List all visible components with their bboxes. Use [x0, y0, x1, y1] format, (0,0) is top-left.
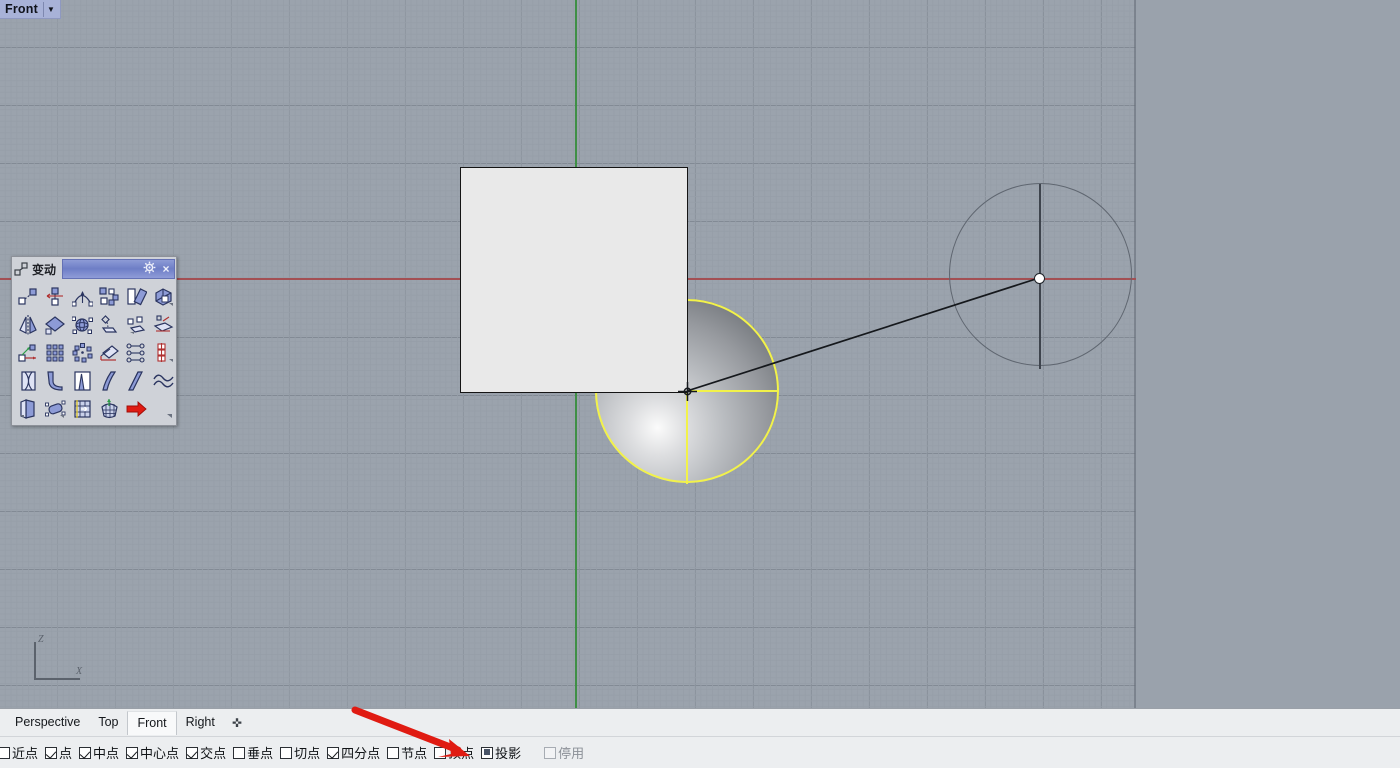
rhino-window: Z X Front ▼ 变动 × Perspective Top Front R… [0, 0, 1400, 768]
close-icon[interactable]: × [158, 262, 174, 276]
osnap-vertex-label: 顶点 [448, 746, 475, 761]
osnap-midpoint-label: 中点 [93, 746, 120, 761]
osnap-near-label: 近点 [12, 746, 39, 761]
sphere-isocurve-vertical [686, 391, 689, 484]
osnap-near[interactable]: 近点 [0, 743, 38, 762]
osnap-perpendicular-checkbox[interactable] [233, 746, 246, 759]
osnap-knot-checkbox[interactable] [387, 746, 400, 759]
toolbar-button-flow-along-surface[interactable] [69, 311, 96, 339]
chevron-down-icon[interactable]: ▼ [44, 5, 58, 14]
osnap-vertex[interactable]: 顶点 [434, 743, 474, 762]
gear-icon[interactable] [140, 261, 158, 277]
toolbar-button-array-along-surface[interactable] [150, 339, 177, 367]
osnap-center-label: 中心点 [140, 746, 180, 761]
toolbar-button-array-polar[interactable] [69, 339, 96, 367]
toolbar-button-scale-1d[interactable] [15, 395, 42, 423]
osnap-disable[interactable]: 停用 [544, 743, 584, 762]
toolbar-button-array-rectangular[interactable] [42, 339, 69, 367]
osnap-crosshair-marker [678, 382, 697, 401]
osnap-midpoint-checkbox[interactable] [79, 746, 92, 759]
toolbar-button-set-points[interactable] [15, 339, 42, 367]
osnap-project[interactable]: 投影 [481, 743, 521, 762]
toolbar-button-project-to-cplane[interactable] [96, 311, 123, 339]
toolbar-button-scale-nu[interactable] [42, 395, 69, 423]
axis-gizmo: Z X [28, 634, 86, 684]
osnap-point-checkbox[interactable] [45, 746, 58, 759]
osnap-point-label: 点 [59, 746, 73, 761]
toolbar-button-transform-arrow[interactable] [123, 395, 150, 423]
toolbar-button-twist[interactable] [15, 367, 42, 395]
viewport-tab-bar[interactable]: Perspective Top Front Right ✜ [0, 708, 1400, 736]
toolbar-button-shear-alt[interactable] [123, 367, 150, 395]
osnap-intersection[interactable]: 交点 [186, 743, 226, 762]
viewport-title-bar[interactable]: Front ▼ [0, 0, 61, 19]
osnap-tangent-label: 切点 [294, 746, 321, 761]
osnap-midpoint[interactable]: 中点 [79, 743, 119, 762]
viewport-tab-front[interactable]: Front [127, 710, 177, 735]
osnap-intersection-label: 交点 [200, 746, 227, 761]
gizmo-x-label: X [76, 666, 83, 677]
toolbar-button-rotate[interactable] [42, 283, 69, 311]
sphere-isocurve-horizontal [686, 390, 779, 393]
toolbar-button-smooth[interactable] [150, 367, 177, 395]
osnap-quadrant[interactable]: 四分点 [327, 743, 380, 762]
toolbar-button-orient[interactable] [123, 311, 150, 339]
osnap-project-label: 投影 [495, 746, 522, 761]
osnap-near-checkbox[interactable] [0, 746, 10, 759]
osnap-tangent-checkbox[interactable] [280, 746, 293, 759]
toolbar-button-orient-on-surface[interactable] [150, 311, 177, 339]
viewport-tab-top[interactable]: Top [89, 711, 127, 734]
osnap-disable-checkbox[interactable] [544, 746, 557, 759]
toolbar-button-array[interactable] [96, 283, 123, 311]
transform-toolbar-titlebar[interactable]: × [62, 259, 175, 279]
osnap-disable-label: 停用 [558, 746, 585, 761]
toolbar-button-array-linear[interactable] [123, 339, 150, 367]
rectangle-surface[interactable] [460, 167, 688, 393]
viewport-title-label: Front [5, 2, 38, 16]
drag-handle-icon[interactable] [12, 257, 32, 281]
osnap-project-checkbox[interactable] [481, 746, 494, 759]
gizmo-x-arm [34, 678, 80, 680]
toolbar-button-rotate-3d[interactable] [123, 283, 150, 311]
toolbar-cell-empty [150, 395, 177, 423]
osnap-center[interactable]: 中心点 [126, 743, 179, 762]
toolbar-button-cage-box[interactable] [96, 395, 123, 423]
osnap-quadrant-label: 四分点 [341, 746, 381, 761]
toolbar-button-box-edit[interactable] [150, 283, 177, 311]
object-snap-bar[interactable]: 近点 点 中点 中心点 交点 垂点 切点 四分点 节点 顶点 投影 停用 [0, 736, 1400, 768]
gizmo-z-arm [34, 642, 36, 680]
viewport-front[interactable]: Z X Front ▼ 变动 × [0, 0, 1400, 708]
viewport-tab-right[interactable]: Right [177, 711, 224, 734]
toolbar-button-array-along-curve[interactable] [96, 339, 123, 367]
osnap-intersection-checkbox[interactable] [186, 746, 199, 759]
osnap-knot-label: 节点 [401, 746, 428, 761]
osnap-tangent[interactable]: 切点 [280, 743, 320, 762]
osnap-knot[interactable]: 节点 [387, 743, 427, 762]
osnap-perpendicular-label: 垂点 [247, 746, 274, 761]
osnap-center-checkbox[interactable] [126, 746, 139, 759]
circle-center-point [1034, 273, 1045, 284]
osnap-perpendicular[interactable]: 垂点 [233, 743, 273, 762]
toolbar-button-mirror[interactable] [15, 311, 42, 339]
toolbar-button-taper[interactable] [69, 367, 96, 395]
gizmo-z-label: Z [38, 634, 44, 645]
osnap-point[interactable]: 点 [45, 743, 72, 762]
toolbar-button-shear[interactable] [96, 367, 123, 395]
toolbar-button-move[interactable] [15, 283, 42, 311]
viewport-tab-perspective[interactable]: Perspective [6, 711, 89, 734]
transform-toolbar-button-grid [12, 281, 176, 423]
transform-toolbar-header[interactable]: 变动 × [12, 257, 176, 281]
transform-toolbar[interactable]: 变动 × [11, 256, 177, 426]
add-viewport-tab-button[interactable]: ✜ [224, 712, 250, 734]
toolbar-button-flow[interactable] [42, 311, 69, 339]
transform-toolbar-title: 变动 [32, 262, 57, 277]
toolbar-button-cage-edit[interactable] [69, 395, 96, 423]
osnap-quadrant-checkbox[interactable] [327, 746, 340, 759]
osnap-vertex-checkbox[interactable] [434, 746, 447, 759]
toolbar-button-bend-curve[interactable] [42, 367, 69, 395]
toolbar-button-bend[interactable] [69, 283, 96, 311]
